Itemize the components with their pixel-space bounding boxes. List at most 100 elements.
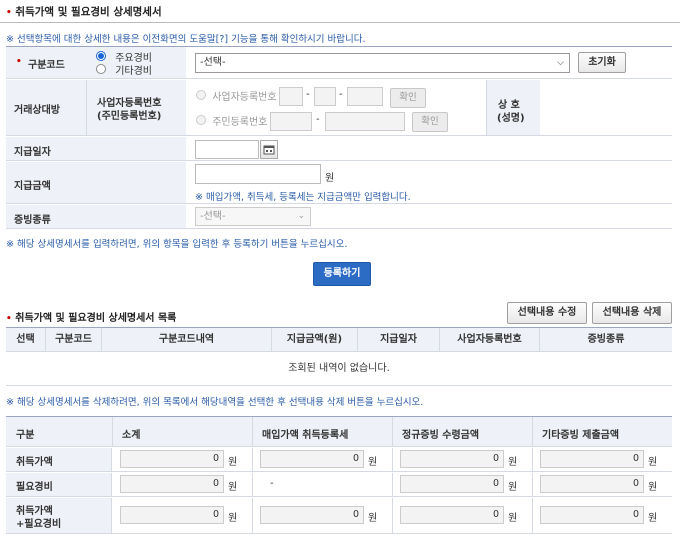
radio-main[interactable]: [96, 51, 106, 61]
bizno-confirm-button[interactable]: 확인: [390, 88, 426, 108]
cell-divider: [532, 473, 533, 496]
radio-idno-option[interactable]: 주민등록번호: [196, 113, 267, 128]
proof-select-value: -선택-: [200, 211, 226, 222]
radio-other-option[interactable]: 기타경비: [96, 62, 152, 77]
bizno-field-1[interactable]: [279, 87, 303, 106]
title-divider: [0, 22, 680, 23]
list-header-row: 선택 구분코드 구분코드내역 지급금액(원) 지급일자 사업자등록번호 증빙종류: [6, 328, 672, 352]
summary-row-label: 취득가액: [16, 457, 53, 468]
won-unit: 원: [228, 482, 238, 493]
proof-select[interactable]: -선택- ⌄: [195, 207, 311, 226]
chevron-down-icon: ⌵: [557, 58, 564, 68]
idno-field-2[interactable]: [325, 112, 405, 131]
radio-bizno-option[interactable]: 사업자등록번호: [196, 88, 277, 103]
list-title: • 취득가액 및 필요경비 상세명세서 목록: [6, 309, 176, 324]
summary-value-empty: -: [270, 478, 274, 489]
won-unit: 원: [368, 513, 378, 524]
proof-label: 증빙종류: [14, 215, 51, 226]
summary-value: 0: [120, 506, 224, 524]
trade-name-field-cell: [540, 80, 672, 136]
col-pay-date: 지급일자: [358, 328, 440, 351]
summary-row: 취득가액 +필요경비 0 원 0 원 0 원 0 원: [6, 498, 672, 534]
summary-value: 0: [540, 450, 644, 468]
summary-row-label-cell: 필요경비: [6, 473, 112, 496]
sum-col-divider: [392, 417, 393, 447]
col-category-code: 구분코드: [46, 328, 102, 351]
page-title-text: 취득가액 및 필요경비 상세명세서: [15, 6, 162, 18]
delete-note: ※ 해당 상세명세서를 삭제하려면, 위의 목록에서 해당내역을 선택한 후 선…: [6, 397, 424, 408]
pay-date-input[interactable]: [195, 140, 259, 159]
col-proof-type: 증빙종류: [540, 328, 672, 351]
cell-divider: [392, 473, 393, 496]
cell-divider: [392, 498, 393, 533]
sum-col-regular-proof: 정규증빙 수령금액: [402, 430, 480, 441]
partner-label-cell: 거래상대방: [6, 80, 86, 136]
sum-col-divider: [252, 417, 253, 447]
summary-row: 취득가액 0 원 0 원 0 원 0 원: [6, 448, 672, 472]
edit-selected-button[interactable]: 선택내용 수정: [507, 302, 587, 324]
pay-amount-input[interactable]: [195, 164, 321, 184]
won-unit: 원: [508, 457, 518, 468]
list-title-text: 취득가액 및 필요경비 상세명세서 목록: [15, 313, 177, 324]
won-unit: 원: [648, 513, 658, 524]
pay-date-label: 지급일자: [14, 147, 51, 158]
pay-date-label-cell: 지급일자: [6, 137, 186, 161]
reset-button[interactable]: 초기화: [578, 52, 626, 73]
summary-value: 0: [400, 506, 504, 524]
summary-value: 0: [120, 475, 224, 493]
bizno-field-3[interactable]: [347, 87, 383, 106]
summary-value: 0: [540, 475, 644, 493]
idno-confirm-button[interactable]: 확인: [412, 112, 448, 132]
summary-value: 0: [260, 506, 364, 524]
pay-amount-unit: 원: [325, 173, 335, 184]
register-button[interactable]: 등록하기: [313, 262, 371, 286]
delete-selected-button[interactable]: 선택내용 삭제: [592, 302, 672, 324]
cell-divider: [252, 498, 253, 533]
amount-note: ※ 매입가액, 취득세, 등록세는 지급금액만 입력합니다.: [195, 192, 411, 203]
won-unit: 원: [648, 457, 658, 468]
list-empty-row: 조회된 내역이 없습니다.: [6, 353, 672, 386]
category-select-value: -선택-: [200, 57, 226, 68]
pay-amount-label-cell: 지급금액: [6, 162, 186, 204]
summary-value: 0: [260, 450, 364, 468]
sum-col-divider: [112, 417, 113, 447]
won-unit: 원: [368, 457, 378, 468]
calendar-icon: [263, 145, 275, 155]
title-bullet: •: [6, 8, 12, 18]
summary-value: 0: [540, 506, 644, 524]
summary-value: 0: [400, 450, 504, 468]
radio-other-label: 기타경비: [115, 66, 152, 77]
cell-divider: [252, 448, 253, 471]
sum-col-subtotal: 소계: [122, 430, 141, 441]
summary-header-row: 구분 소계 매입가액 취득등록세 정규증빙 수령금액 기타증빙 제출금액: [6, 417, 672, 447]
category-label: 구분코드: [28, 60, 65, 71]
list-title-bullet: •: [6, 314, 12, 324]
trade-name-label-2: (성명): [497, 113, 525, 124]
summary-value: 0: [400, 475, 504, 493]
list-empty-text: 조회된 내역이 없습니다.: [288, 363, 390, 374]
trade-name-label-cell: 상 호 (성명): [486, 80, 540, 136]
radio-idno-label: 주민등록번호: [212, 117, 268, 128]
bizno-label-cell: 사업자등록번호 (주민등록번호): [86, 80, 186, 136]
won-unit: 원: [228, 457, 238, 468]
summary-row-label: 필요경비: [16, 482, 53, 493]
won-unit: 원: [228, 513, 238, 524]
radio-bizno[interactable]: [196, 90, 206, 100]
bizno-field-2[interactable]: [314, 87, 336, 106]
radio-bizno-label: 사업자등록번호: [212, 92, 277, 103]
col-category-desc: 구분코드내역: [102, 328, 272, 351]
won-unit: 원: [508, 513, 518, 524]
idno-field-1[interactable]: [270, 112, 312, 131]
cell-divider: [532, 448, 533, 471]
radio-other[interactable]: [96, 64, 106, 74]
radio-idno[interactable]: [196, 115, 206, 125]
calendar-button[interactable]: [260, 140, 278, 159]
won-unit: 원: [648, 482, 658, 493]
dash-3: -: [316, 114, 320, 125]
page-title: • 취득가액 및 필요경비 상세명세서: [6, 4, 162, 19]
summary-row-label-cell: 취득가액 +필요경비: [6, 498, 112, 533]
chevron-down-icon: ⌄: [297, 211, 305, 221]
dash-2: -: [339, 89, 343, 100]
category-select[interactable]: -선택- ⌵: [195, 53, 570, 73]
partner-label: 거래상대방: [14, 105, 60, 116]
